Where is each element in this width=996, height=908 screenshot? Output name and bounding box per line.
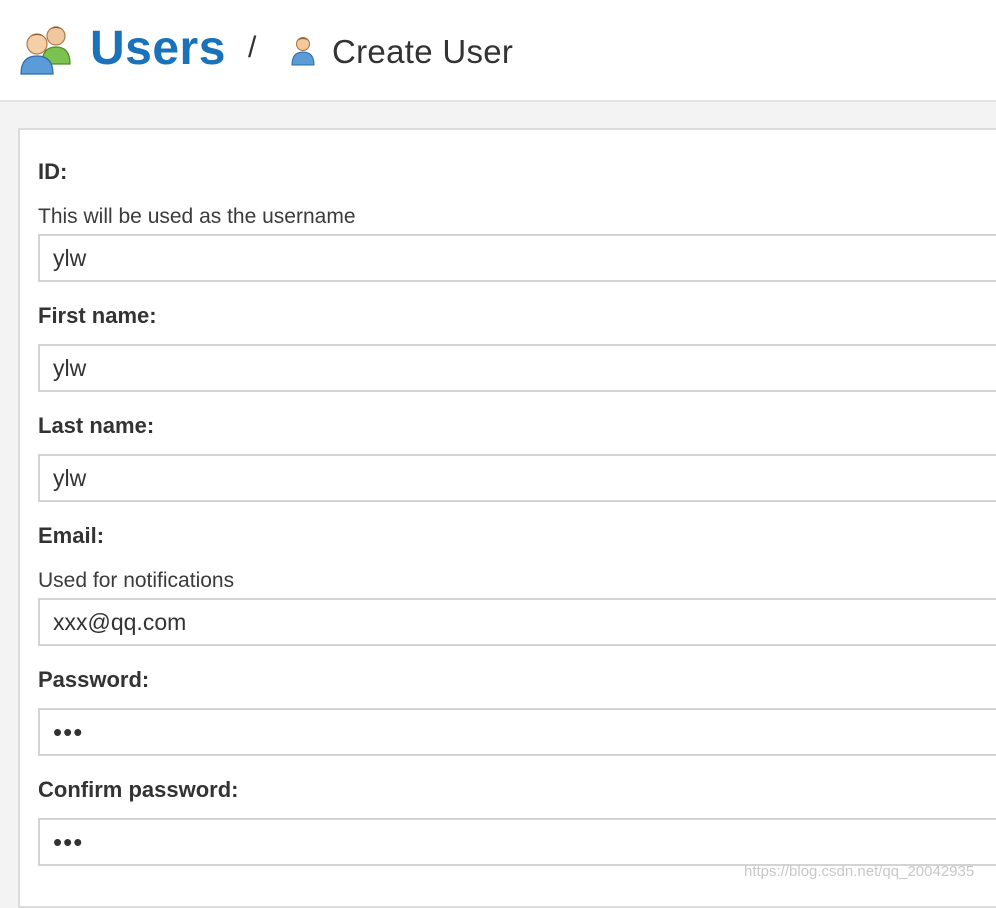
- user-icon: [291, 37, 315, 66]
- id-input[interactable]: [38, 234, 996, 282]
- users-group-icon: [20, 26, 71, 75]
- first-name-label: First name:: [38, 303, 157, 328]
- email-label: Email:: [38, 523, 105, 548]
- password-input[interactable]: [38, 708, 996, 756]
- watermark: https://blog.csdn.net/qq_20042935: [744, 863, 975, 880]
- last-name-input[interactable]: [38, 454, 996, 502]
- breadcrumb-separator: /: [248, 31, 257, 64]
- last-name-label: Last name:: [38, 413, 155, 438]
- page-title: Create User: [332, 33, 514, 70]
- confirm-password-label: Confirm password:: [38, 777, 239, 802]
- id-label: ID:: [38, 159, 68, 184]
- first-name-input[interactable]: [38, 344, 996, 392]
- email-help-text: Used for notifications: [38, 569, 235, 592]
- email-input[interactable]: [38, 598, 996, 646]
- section-title[interactable]: Users: [90, 18, 226, 80]
- page-header: Users / Create User: [0, 0, 996, 102]
- id-help-text: This will be used as the username: [38, 205, 356, 228]
- password-label: Password:: [38, 667, 150, 692]
- confirm-password-input[interactable]: [38, 818, 996, 866]
